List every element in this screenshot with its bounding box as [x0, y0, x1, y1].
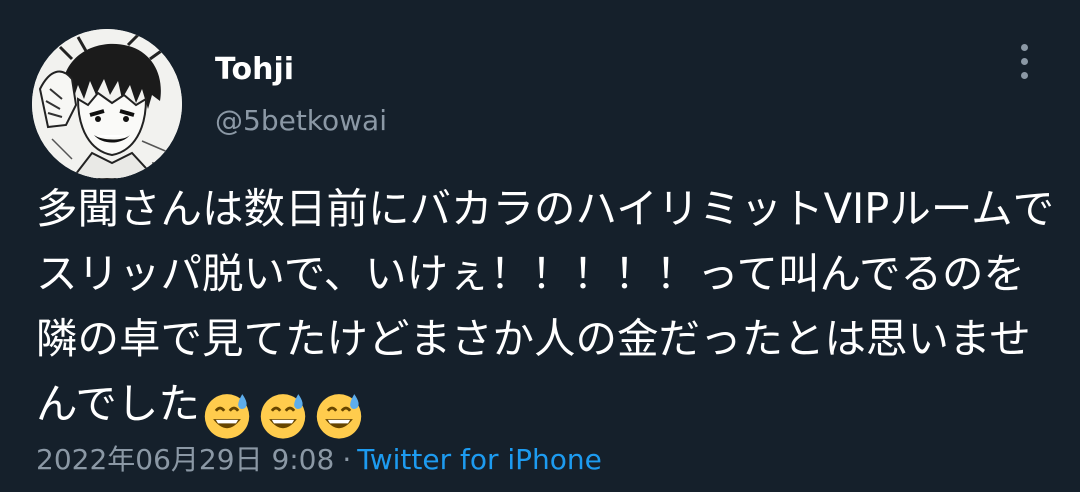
meta-separator: ·: [342, 443, 352, 476]
emoji-group: [200, 379, 364, 444]
avatar-manga-portrait-icon: [32, 29, 182, 179]
tweet-date[interactable]: 2022年06月29日: [36, 443, 263, 476]
source-link[interactable]: Twitter for iPhone: [357, 443, 602, 476]
tweet-text: 多聞さんは数日前にバカラのハイリミットVIPルームでスリッパ脱いで、いけぇ！！！…: [36, 176, 1061, 444]
more-vertical-icon[interactable]: [1003, 40, 1047, 84]
tweet-body: 多聞さんは数日前にバカラのハイリミットVIPルームでスリッパ脱いで、いけぇ！！！…: [36, 184, 1055, 428]
avatar[interactable]: [32, 29, 182, 179]
tweet-metadata: 2022年06月29日 9:08 · Twitter for iPhone: [36, 440, 602, 480]
tweet-card: Tohji @5betkowai 多聞さんは数日前にバカラのハイリミットVIPル…: [0, 0, 1080, 492]
grinning-face-with-sweat-icon: [260, 394, 306, 439]
grinning-face-with-sweat-icon: [316, 394, 362, 439]
display-name[interactable]: Tohji: [215, 50, 294, 90]
grinning-face-with-sweat-icon: [204, 394, 250, 439]
tweet-time[interactable]: 9:08: [271, 443, 334, 476]
user-handle[interactable]: @5betkowai: [215, 102, 387, 140]
